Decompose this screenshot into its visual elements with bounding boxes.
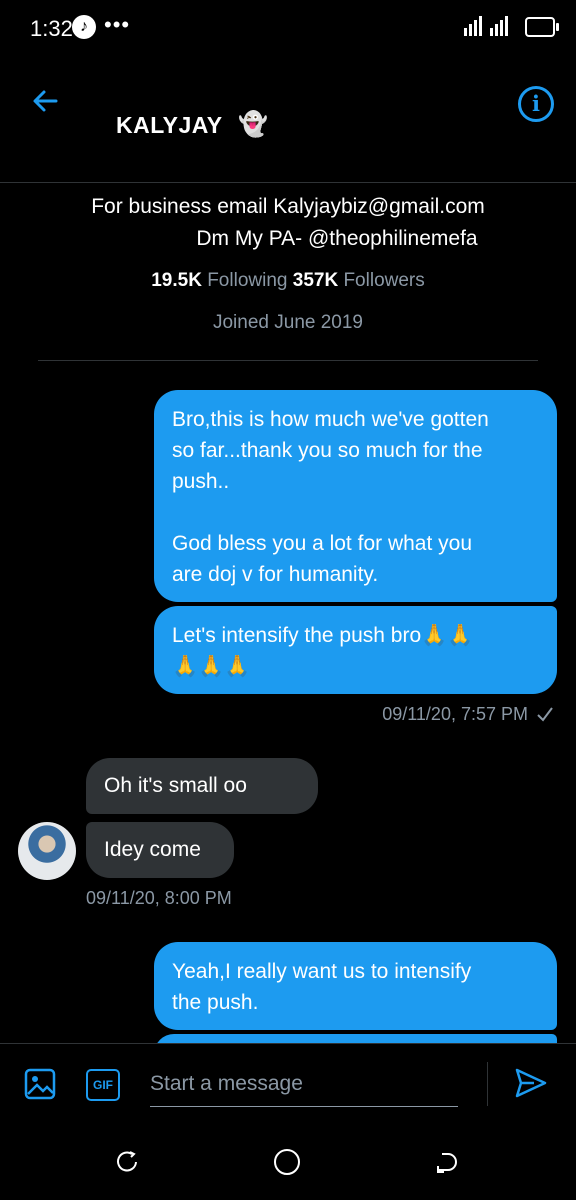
- message-timestamp: 09/11/20, 8:00 PM: [86, 888, 232, 908]
- bio-line-1: For business email Kalyjaybiz@gmail.com: [91, 195, 485, 218]
- compose-separator: [487, 1062, 488, 1106]
- ghost-emoji: 👻: [238, 111, 268, 138]
- header-divider: [0, 182, 576, 183]
- bio-line-2: Dm My PA- @theophilinemefa: [196, 227, 478, 250]
- followers-label[interactable]: Followers: [343, 270, 424, 291]
- outgoing-message[interactable]: Yeah,I really want us to intensify the p…: [154, 942, 557, 1030]
- message-line: the push.: [172, 991, 259, 1014]
- message-line: God bless you a lot for what you: [172, 532, 472, 555]
- conversation-title: KALYJAY: [116, 112, 223, 138]
- outgoing-message[interactable]: Let's intensify the push bro🙏🙏 🙏🙏🙏: [154, 606, 557, 694]
- message-line: are doj v for humanity.: [172, 563, 379, 586]
- following-label[interactable]: Following: [207, 270, 287, 291]
- message-timestamp: 09/11/20, 7:57 PM: [382, 704, 528, 724]
- signal-icon: [464, 16, 508, 36]
- status-bar: 1:32 ♪ •••: [0, 0, 576, 60]
- compose-divider: [0, 1043, 576, 1044]
- followers-count[interactable]: 357K: [293, 270, 338, 291]
- message-line: Bro,this is how much we've gotten: [172, 408, 489, 431]
- home-icon[interactable]: [274, 1149, 300, 1175]
- avatar[interactable]: [18, 822, 76, 880]
- back-nav-icon[interactable]: [434, 1150, 460, 1174]
- profile-divider: [38, 360, 538, 361]
- message-line: 🙏🙏🙏: [172, 655, 251, 678]
- info-icon[interactable]: i: [518, 86, 554, 122]
- tiktok-notification-icon: ♪: [72, 15, 96, 39]
- gif-icon[interactable]: GIF: [86, 1069, 120, 1101]
- outgoing-message[interactable]: Bro,this is how much we've gotten so far…: [154, 390, 557, 602]
- image-icon[interactable]: [24, 1068, 56, 1100]
- message-line: Yeah,I really want us to intensify: [172, 960, 472, 983]
- send-icon[interactable]: [514, 1066, 548, 1100]
- following-count[interactable]: 19.5K: [151, 270, 202, 291]
- incoming-message[interactable]: Oh it's small oo: [86, 758, 318, 814]
- battery-icon: [525, 17, 559, 37]
- incoming-message[interactable]: Idey come: [86, 822, 234, 878]
- follow-stats: 19.5K Following 357K Followers: [0, 270, 576, 292]
- sent-check-icon: [537, 707, 553, 722]
- message-line: push..: [172, 470, 230, 493]
- recent-apps-icon[interactable]: [116, 1150, 140, 1174]
- status-time: 1:32: [30, 16, 73, 41]
- message-input[interactable]: [150, 1062, 458, 1107]
- more-notifications-icon: •••: [104, 12, 131, 37]
- joined-date: Joined June 2019: [212, 312, 363, 333]
- back-arrow-icon[interactable]: [30, 86, 60, 116]
- message-line: Let's intensify the push bro🙏🙏: [172, 624, 474, 647]
- message-line: so far...thank you so much for the: [172, 439, 483, 462]
